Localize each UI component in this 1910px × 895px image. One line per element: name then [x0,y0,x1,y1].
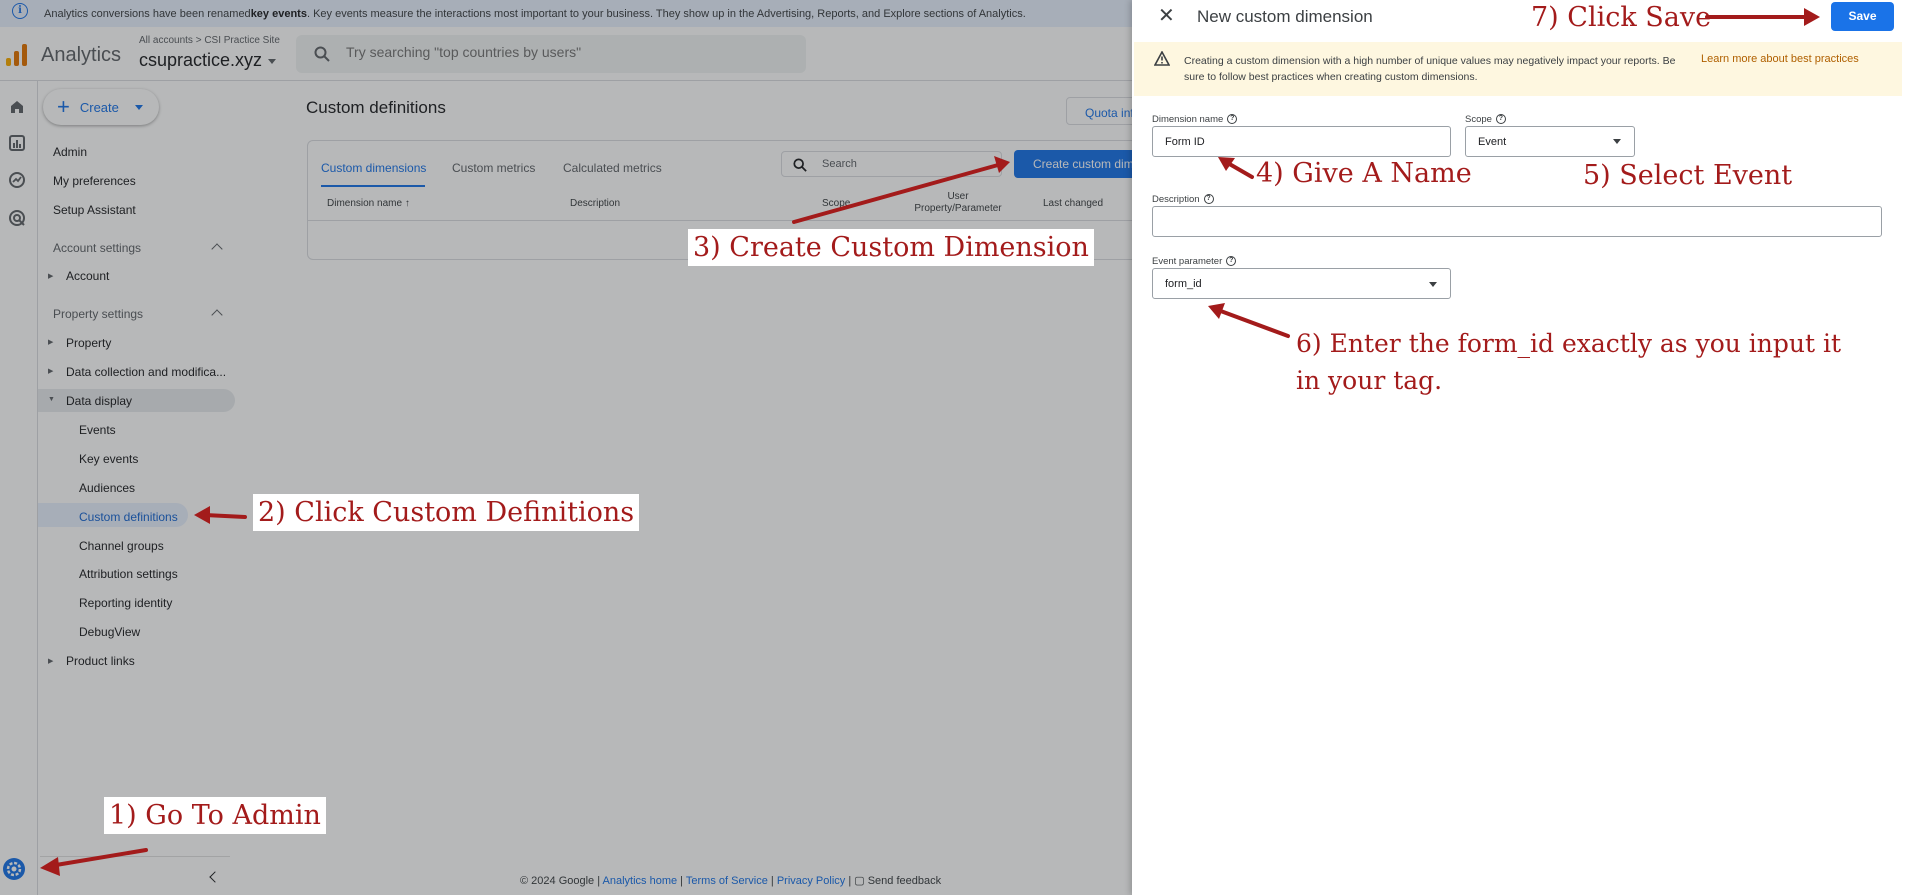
warning-icon [1154,51,1170,66]
best-practices-link[interactable]: Learn more about best practices [1701,53,1859,65]
help-icon[interactable]: ? [1203,194,1214,205]
scope-label: Scope? [1465,114,1506,125]
scope-select[interactable]: Event [1465,126,1635,157]
description-field[interactable] [1152,206,1882,237]
close-icon[interactable]: ✕ [1158,6,1175,26]
help-icon[interactable]: ? [1495,114,1506,125]
save-button[interactable]: Save [1831,2,1894,31]
dimension-name-field[interactable] [1152,126,1451,157]
dimension-name-label: Dimension name? [1152,114,1238,125]
annotation-step-5: 5) Select Event [1583,160,1793,191]
scope-label-text: Scope [1465,114,1492,125]
event-parameter-label: Event parameter? [1152,256,1237,267]
event-parameter-select[interactable]: form_id [1152,268,1451,299]
description-label-text: Description [1152,194,1200,205]
annotation-step-1: 1) Go To Admin [104,797,326,834]
modal-scrim[interactable] [0,0,1132,895]
annotation-step-7: 7) Click Save [1531,2,1712,33]
annotation-step-6: 6) Enter the form_id exactly as you inpu… [1296,329,1842,395]
chevron-down-icon [1613,139,1621,144]
annotation-step-3: 3) Create Custom Dimension [688,229,1094,266]
warning-text: Creating a custom dimension with a high … [1184,55,1676,83]
chevron-down-icon [1429,282,1437,287]
help-icon[interactable]: ? [1227,114,1238,125]
annotation-step-4: 4) Give A Name [1256,158,1472,189]
panel-title: New custom dimension [1197,7,1373,26]
description-label: Description? [1152,194,1214,205]
dimension-name-label-text: Dimension name [1152,114,1224,125]
scope-value: Event [1478,136,1507,148]
help-icon[interactable]: ? [1226,256,1237,267]
event-parameter-value: form_id [1165,278,1202,290]
annotation-step-2: 2) Click Custom Definitions [253,494,640,531]
event-parameter-label-text: Event parameter [1152,256,1223,267]
